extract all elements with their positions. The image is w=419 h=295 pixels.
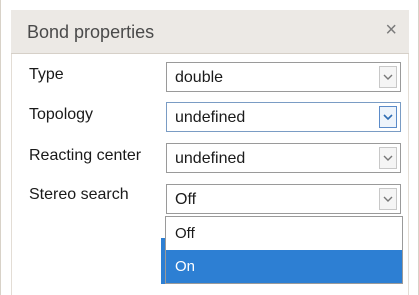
dialog-right-border [408, 54, 409, 295]
chevron-down-icon[interactable] [379, 188, 397, 210]
option-on-label: On [175, 258, 196, 275]
stereo-search-select-value: Off [175, 191, 197, 208]
option-off-label: Off [175, 225, 195, 242]
reacting-center-select-value: undefined [175, 150, 246, 167]
option-off[interactable]: Off [166, 217, 402, 250]
reacting-center-select[interactable]: undefined [166, 143, 401, 173]
dialog-titlebar: Bond properties × [11, 10, 409, 54]
option-on[interactable]: On [166, 250, 402, 283]
topology-label: Topology [29, 106, 94, 123]
chevron-down-icon[interactable] [379, 106, 397, 128]
bond-properties-dialog: Bond properties × Type double Topology u… [0, 0, 419, 295]
type-select[interactable]: double [166, 62, 401, 92]
topology-select-value: undefined [175, 109, 246, 126]
type-label: Type [29, 66, 64, 83]
dialog-left-border [11, 54, 12, 295]
stereo-search-select[interactable]: Off [166, 184, 401, 214]
topology-select[interactable]: undefined [166, 102, 401, 132]
dialog-title: Bond properties [27, 22, 155, 42]
stereo-search-options-list: Off On [165, 216, 403, 284]
close-icon[interactable]: × [385, 20, 397, 40]
reacting-center-label: Reacting center [29, 147, 142, 164]
chevron-down-icon[interactable] [379, 147, 397, 169]
stereo-search-label: Stereo search [29, 186, 129, 203]
type-select-value: double [175, 69, 224, 86]
chevron-down-icon[interactable] [379, 66, 397, 88]
